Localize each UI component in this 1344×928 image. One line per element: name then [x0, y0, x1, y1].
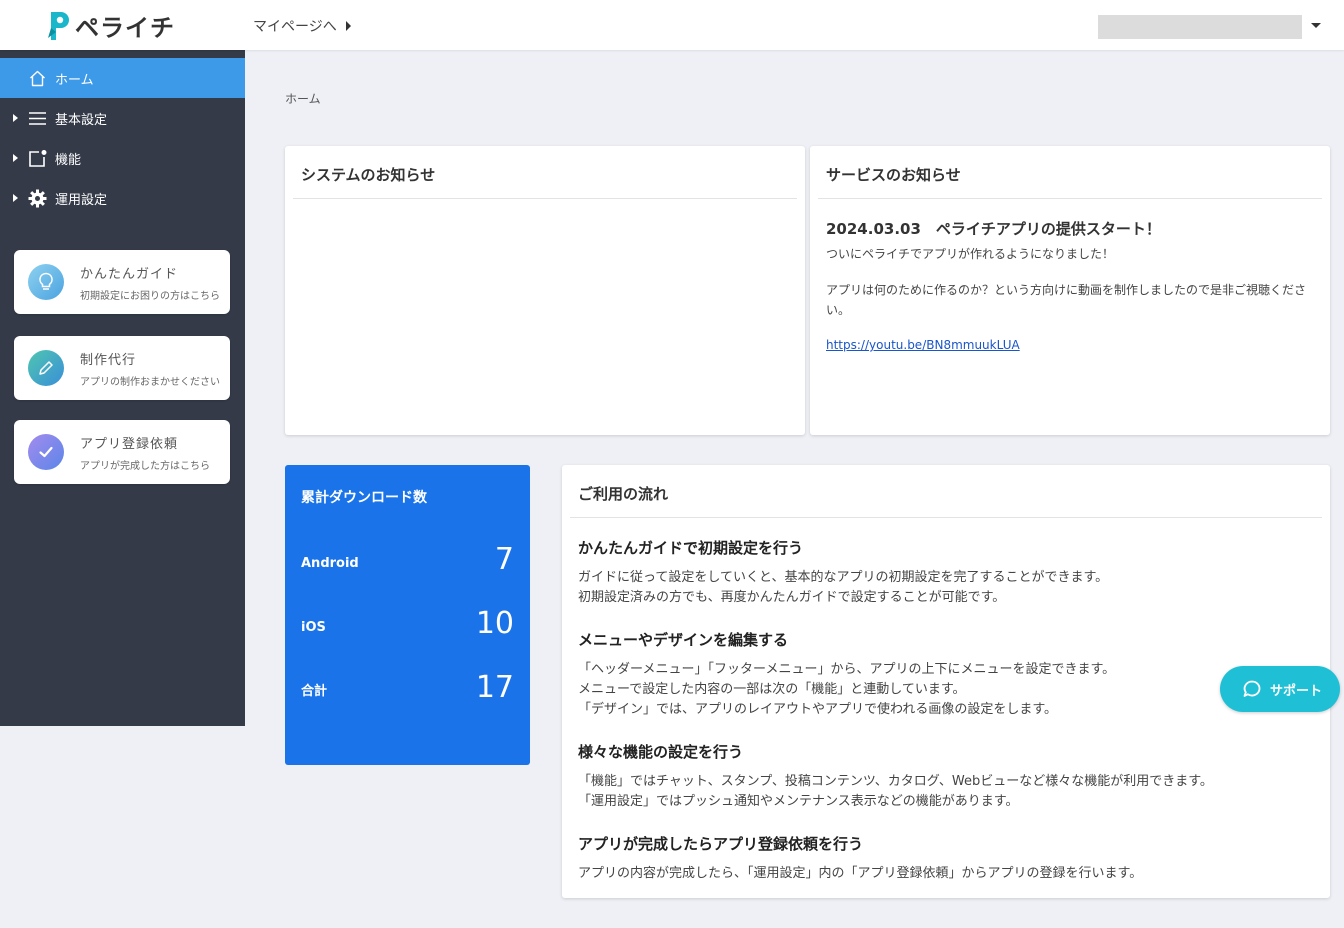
download-value: 7	[494, 542, 514, 577]
flow-step-text: 「デザイン」では、アプリのレイアウトやアプリで使われる画像の設定をします。	[578, 702, 1058, 717]
gear-icon	[28, 189, 47, 208]
flow-step-text: ガイドに従って設定をしていくと、基本的なアプリの初期設定を完了することができます…	[578, 570, 1109, 585]
sidebar-item-label: 機能	[55, 152, 82, 168]
download-count-card: 累計ダウンロード数 Android 7 iOS 10 合計 17	[285, 465, 530, 765]
flow-step-text: 「機能」ではチャット、スタンプ、投稿コンテンツ、カタログ、Webビューなど様々な…	[578, 774, 1213, 789]
download-count-title: 累計ダウンロード数	[301, 490, 427, 506]
system-news-title: システムのお知らせ	[301, 166, 436, 184]
caret-right-icon	[13, 114, 18, 122]
guide-title: かんたんガイド	[80, 267, 179, 282]
flow-step-heading: メニューやデザインを編集する	[578, 631, 789, 649]
download-label: iOS	[301, 620, 326, 635]
sidebar-item-label: 運用設定	[55, 192, 108, 208]
home-icon	[28, 69, 47, 88]
download-row-total: 合計 17	[301, 665, 514, 705]
caret-right-icon	[13, 194, 18, 202]
download-label: Android	[301, 556, 359, 571]
sidebar-item-features[interactable]: 機能	[0, 138, 245, 178]
support-button[interactable]: サポート	[1220, 666, 1340, 712]
chat-bubble-icon	[1243, 680, 1261, 697]
guide-card-app-registration[interactable]: アプリ登録依頼 アプリが完成した方はこちら	[14, 420, 230, 484]
sidebar-item-label: 基本設定	[55, 112, 108, 128]
guide-subtitle: アプリが完成した方はこちら	[80, 461, 210, 472]
flow-step-text: 「ヘッダーメニュー」「フッターメニュー」から、アプリの上下にメニューを設定できま…	[578, 662, 1116, 677]
breadcrumb: ホーム	[285, 92, 321, 106]
flow-step-heading: かんたんガイドで初期設定を行う	[578, 539, 804, 557]
news-headline: 2024.03.03 ペライチアプリの提供スタート！	[826, 220, 1161, 238]
guide-subtitle: 初期設定にお困りの方はこちら	[80, 291, 220, 302]
logo-p-icon	[48, 11, 69, 40]
check-icon	[28, 434, 64, 470]
usage-flow-card: ご利用の流れ かんたんガイドで初期設定を行う ガイドに従って設定をしていくと、基…	[562, 465, 1330, 898]
logo-text: ペライチ	[75, 14, 175, 42]
top-header: ペライチ マイページへ	[0, 0, 1344, 50]
support-button-label: サポート	[1270, 683, 1323, 699]
download-value: 17	[475, 670, 514, 705]
flow-step-text: アプリの内容が完成したら、「運用設定」内の「アプリ登録依頼」からアプリの登録を行…	[578, 866, 1143, 881]
service-news-card: サービスのお知らせ 2024.03.03 ペライチアプリの提供スタート！ ついに…	[810, 146, 1330, 435]
sidebar-item-basic-settings[interactable]: 基本設定	[0, 98, 245, 138]
flow-step-heading: アプリが完成したらアプリ登録依頼を行う	[578, 835, 864, 853]
mypage-link[interactable]: マイページへ	[253, 16, 351, 36]
logo[interactable]: ペライチ	[46, 8, 175, 43]
usage-flow-title: ご利用の流れ	[578, 485, 669, 503]
caret-right-icon	[13, 154, 18, 162]
pencil-icon	[28, 350, 64, 386]
guide-card-production-agency[interactable]: 制作代行 アプリの制作おまかせください	[14, 336, 230, 400]
download-row-android: Android 7	[301, 537, 514, 577]
flow-step-heading: 様々な機能の設定を行う	[578, 743, 744, 761]
news-text: アプリは何のために作るのか？という方向けに動画を制作しましたので是非ご視聴くださ…	[826, 283, 1307, 317]
sidebar: ホーム 基本設定 機能 運用設定 かんたんガイド 初期設定にお困りの方はこちら …	[0, 50, 245, 726]
system-news-card: システムのお知らせ	[285, 146, 805, 435]
guide-title: アプリ登録依頼	[80, 437, 179, 452]
service-news-title: サービスのお知らせ	[826, 166, 961, 184]
mypage-link-label: マイページへ	[253, 19, 337, 35]
download-row-ios: iOS 10	[301, 601, 514, 641]
flow-step-text: メニューで設定した内容の一部は次の「機能」と連動しています。	[578, 682, 966, 697]
news-text: ついにペライチでアプリが作れるようになりました！	[826, 247, 1115, 261]
download-label: 合計	[301, 684, 328, 699]
divider	[818, 198, 1322, 199]
flow-step-text: 「運用設定」ではプッシュ通知やメンテナンス表示などの機能があります。	[578, 794, 1019, 809]
divider	[570, 517, 1322, 518]
download-value: 10	[475, 606, 514, 641]
sidebar-item-label: ホーム	[55, 72, 94, 88]
news-video-link[interactable]: https://youtu.be/BN8mmuukLUA	[826, 338, 1020, 352]
chevron-right-icon	[345, 21, 351, 31]
guide-card-easy-guide[interactable]: かんたんガイド 初期設定にお困りの方はこちら	[14, 250, 230, 314]
menu-list-icon	[28, 109, 47, 128]
account-select[interactable]	[1098, 15, 1302, 39]
add-widget-icon	[28, 149, 47, 168]
lightbulb-icon	[28, 264, 64, 300]
divider	[293, 198, 797, 199]
flow-step-text: 初期設定済みの方でも、再度かんたんガイドで設定することが可能です。	[578, 590, 1006, 605]
sidebar-item-operation-settings[interactable]: 運用設定	[0, 178, 245, 218]
guide-subtitle: アプリの制作おまかせください	[80, 377, 220, 388]
guide-title: 制作代行	[80, 353, 137, 368]
sidebar-item-home[interactable]: ホーム	[0, 58, 245, 98]
chevron-down-icon[interactable]	[1311, 23, 1321, 28]
